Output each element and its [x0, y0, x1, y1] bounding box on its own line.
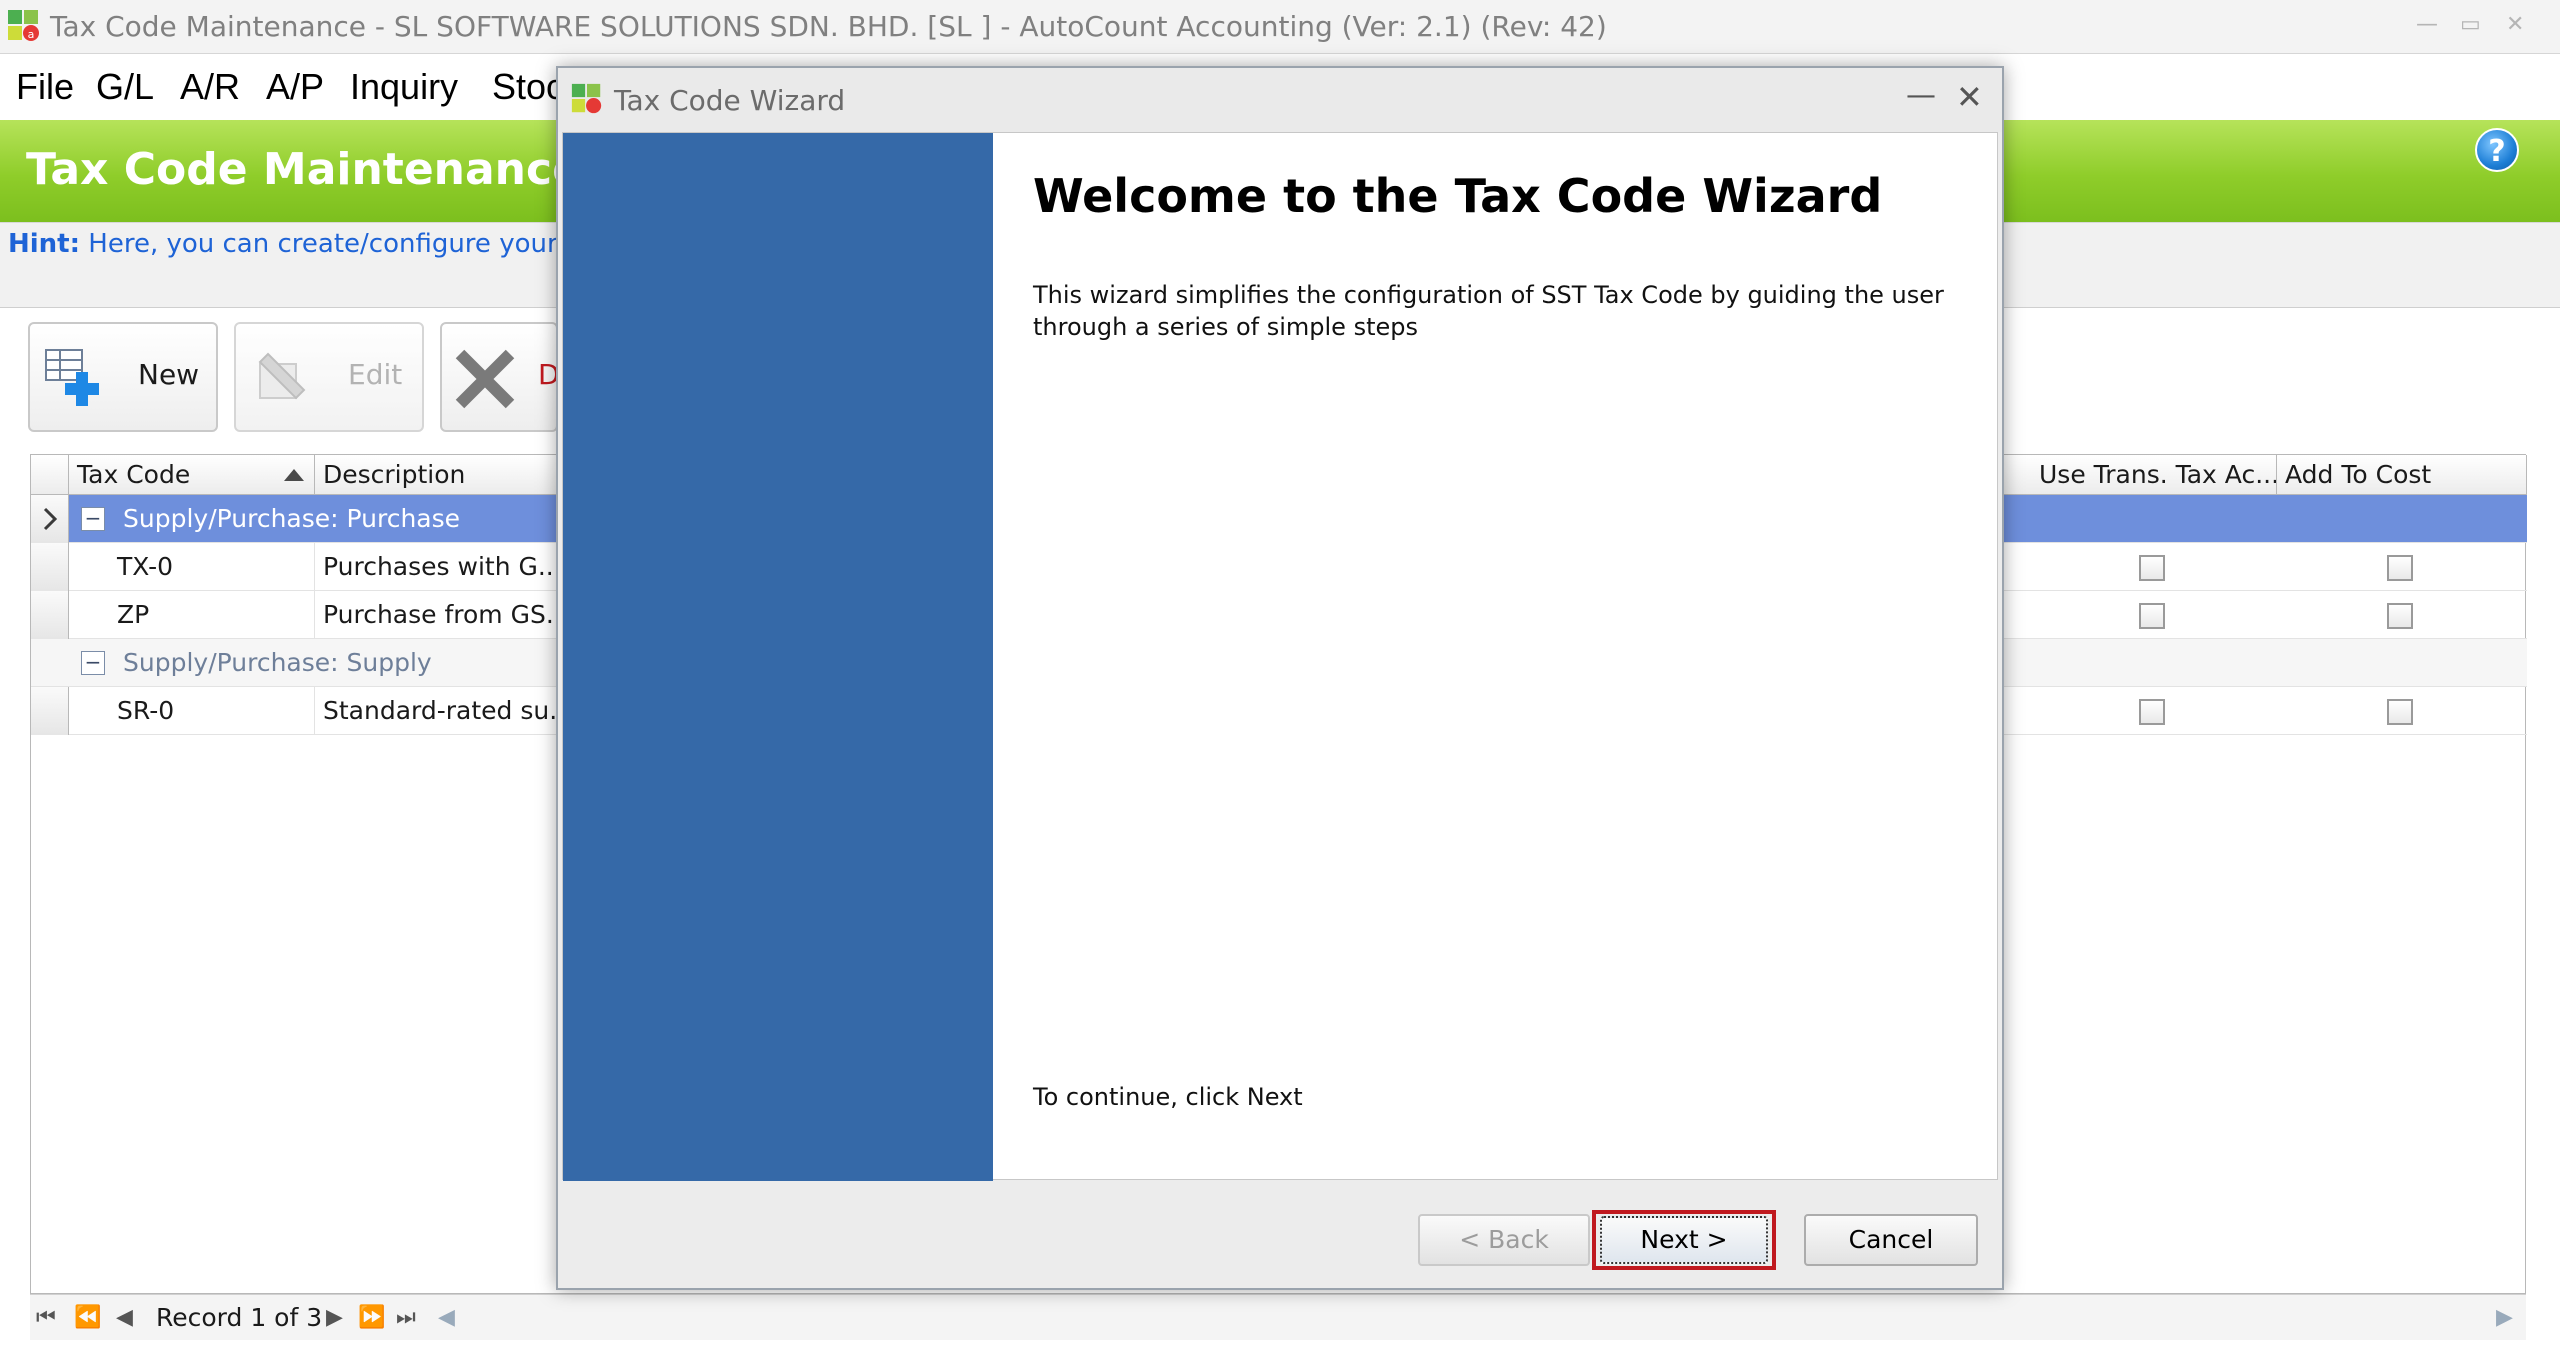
last-record-icon[interactable]: ⏭	[396, 1305, 416, 1330]
scroll-right-icon[interactable]: ▶	[2496, 1305, 2513, 1330]
delete-button[interactable]: D	[440, 322, 560, 432]
window-close-button[interactable]: ✕	[2506, 12, 2524, 37]
menu-ar[interactable]: A/R	[180, 66, 240, 108]
dialog-titlebar: Tax Code Wizard — ✕	[558, 68, 2002, 132]
menu-file[interactable]: File	[16, 66, 74, 108]
cell-description: Purchases with G...	[315, 543, 595, 591]
row-indicator	[31, 495, 69, 543]
use-trans-tax-account-checkbox[interactable]	[2139, 699, 2165, 725]
edit-pencil-icon	[258, 352, 306, 400]
previous-record-icon[interactable]: ◀	[116, 1305, 133, 1330]
row-indicator	[31, 543, 69, 591]
wizard-heading: Welcome to the Tax Code Wizard	[1033, 169, 1883, 223]
collapse-toggle-icon[interactable]: −	[81, 507, 105, 531]
column-header-tax-code[interactable]: Tax Code	[69, 455, 315, 495]
use-trans-tax-account-checkbox[interactable]	[2139, 555, 2165, 581]
cell-description: Purchase from GS...	[315, 591, 595, 639]
hint-text: Hint: Here, you can create/configure you…	[8, 229, 607, 259]
cell-tax-code: ZP	[109, 591, 315, 639]
help-icon[interactable]: ?	[2475, 128, 2519, 172]
row-indicator	[31, 591, 69, 639]
new-record-icon	[45, 349, 99, 406]
window-minimize-button[interactable]: —	[2416, 12, 2438, 37]
group-label: Supply/Purchase: Supply	[123, 648, 432, 677]
next-record-icon[interactable]: ▶	[326, 1305, 343, 1330]
add-to-cost-checkbox[interactable]	[2387, 699, 2413, 725]
cancel-button[interactable]: Cancel	[1804, 1214, 1978, 1266]
column-header-add-to-cost[interactable]: Add To Cost	[2277, 455, 2527, 495]
edit-button[interactable]: Edit	[234, 322, 424, 432]
record-counter: Record 1 of 3	[156, 1303, 323, 1332]
hint-label: Hint:	[8, 229, 81, 259]
column-header-description[interactable]: Description	[315, 455, 595, 495]
new-button-label: New	[138, 358, 200, 391]
wizard-sidebar-panel	[563, 133, 993, 1181]
group-label: Supply/Purchase: Purchase	[123, 504, 461, 533]
wizard-continue-hint: To continue, click Next	[1033, 1083, 1303, 1111]
add-to-cost-checkbox[interactable]	[2387, 555, 2413, 581]
menu-inquiry[interactable]: Inquiry	[350, 66, 458, 108]
hint-message: Here, you can create/configure your tax	[88, 229, 608, 259]
first-record-icon[interactable]: ⏮	[36, 1305, 56, 1330]
wizard-description: This wizard simplifies the configuration…	[1033, 281, 1944, 341]
cell-tax-code: TX-0	[109, 543, 315, 591]
add-to-cost-checkbox[interactable]	[2387, 603, 2413, 629]
wizard-app-icon	[571, 83, 602, 114]
svg-text:a: a	[28, 28, 35, 41]
wizard-page: Welcome to the Tax Code Wizard This wiza…	[562, 132, 1998, 1181]
cell-description: Standard-rated su...	[315, 687, 595, 735]
use-trans-tax-account-checkbox[interactable]	[2139, 603, 2165, 629]
dialog-minimize-button[interactable]: —	[1906, 78, 1936, 113]
menu-stock[interactable]: Stoc	[492, 66, 564, 108]
back-button[interactable]: < Back	[1418, 1214, 1590, 1266]
edit-button-label: Edit	[348, 358, 403, 391]
delete-x-icon	[455, 349, 515, 409]
window-title: Tax Code Maintenance - SL SOFTWARE SOLUT…	[50, 10, 1607, 43]
cell-tax-code: SR-0	[109, 687, 315, 735]
dialog-title: Tax Code Wizard	[614, 84, 846, 117]
autocount-app-icon: a	[8, 10, 39, 41]
dialog-close-button[interactable]: ✕	[1956, 78, 1983, 116]
next-button[interactable]: Next >	[1600, 1216, 1768, 1264]
tax-code-wizard-dialog: Tax Code Wizard — ✕ Welcome to the Tax C…	[556, 66, 2004, 1290]
wizard-button-bar: < Back Next > Cancel	[562, 1182, 1998, 1286]
previous-page-icon[interactable]: ⏪	[74, 1305, 101, 1330]
menu-ap[interactable]: A/P	[266, 66, 324, 108]
column-header-use-trans-tax-account[interactable]: Use Trans. Tax Ac...	[2031, 455, 2277, 495]
menu-gl[interactable]: G/L	[96, 66, 154, 108]
sort-ascending-icon	[284, 469, 304, 481]
page-title: Tax Code Maintenance	[26, 144, 582, 195]
new-button[interactable]: New	[28, 322, 218, 432]
collapse-toggle-icon[interactable]: −	[81, 651, 105, 675]
record-navigator: ⏮ ⏪ ◀ Record 1 of 3 ▶ ⏩ ⏭ ◀ ▶	[30, 1294, 2526, 1340]
next-page-icon[interactable]: ⏩	[358, 1305, 385, 1330]
row-indicator-header	[31, 455, 69, 495]
window-restore-button[interactable]: ▭	[2460, 12, 2481, 37]
window-titlebar: a Tax Code Maintenance - SL SOFTWARE SOL…	[0, 0, 2560, 54]
current-row-arrow-icon	[43, 507, 58, 531]
window-controls: — ▭ ✕	[2416, 12, 2546, 42]
column-header-tax-code-label: Tax Code	[77, 460, 191, 489]
scroll-left-icon[interactable]: ◀	[438, 1305, 455, 1330]
row-indicator	[31, 687, 69, 735]
